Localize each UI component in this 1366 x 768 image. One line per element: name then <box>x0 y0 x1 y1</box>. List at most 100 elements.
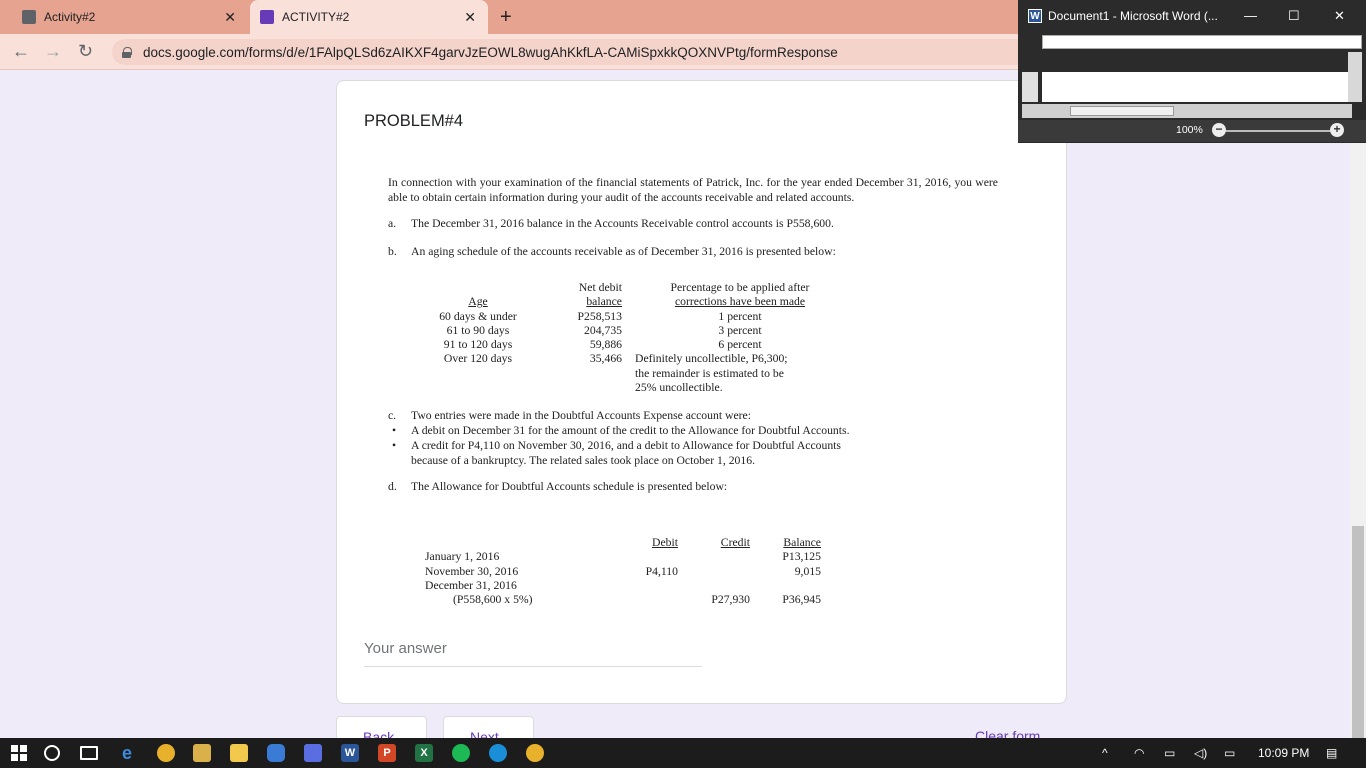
zoom-app-icon[interactable] <box>267 744 285 762</box>
item-c-bullet: A debit on December 31 for the amount of… <box>411 424 850 437</box>
edge-legacy-icon[interactable]: e <box>118 743 136 763</box>
new-tab-button[interactable]: + <box>500 6 512 29</box>
edge-icon[interactable] <box>489 744 507 762</box>
keyboard-icon[interactable]: ▭ <box>1224 746 1235 760</box>
allowance-cell: January 1, 2016 <box>425 550 500 564</box>
aging-cell: 6 percent <box>718 338 762 352</box>
word-logo-icon: W <box>1028 9 1042 23</box>
word-window[interactable]: W Document1 - Microsoft Word (... — ☐ ✕ … <box>1018 0 1366 143</box>
excel-taskbar-icon[interactable]: X <box>415 744 433 762</box>
windows-start-icon[interactable] <box>10 744 28 762</box>
allowance-cell: P4,110 <box>645 564 678 578</box>
back-arrow-icon[interactable]: ← <box>12 41 30 62</box>
tab-activity-2-forms[interactable]: ACTIVITY#2 ✕ <box>250 0 488 34</box>
word-title-bar[interactable]: W Document1 - Microsoft Word (... <box>1018 0 1366 32</box>
aging-cell: Definitely uncollectible, P6,300; <box>635 352 788 366</box>
word-vertical-scrollbar[interactable] <box>1348 52 1362 102</box>
chrome-icon[interactable] <box>157 744 175 762</box>
debit-header: Debit <box>652 536 678 549</box>
item-label: b. <box>388 244 397 258</box>
chrome-active-icon[interactable] <box>526 744 544 762</box>
aging-cell: 91 to 120 days <box>443 338 513 352</box>
zoom-level[interactable]: 100% <box>1176 124 1203 136</box>
word-ruler[interactable] <box>1042 35 1362 49</box>
allowance-balance-column: Balance P13,125 9,015 P36,945 <box>765 536 821 607</box>
forms-icon <box>260 10 274 24</box>
chevron-up-icon[interactable]: ^ <box>1102 746 1108 760</box>
aging-cell: 3 percent <box>718 323 762 337</box>
word-document-page[interactable] <box>1042 72 1352 102</box>
item-c-text: Two entries were made in the Doubtful Ac… <box>411 409 751 422</box>
word-title: Document1 - Microsoft Word (... <box>1048 9 1218 23</box>
zoom-in-icon[interactable]: + <box>1330 123 1344 137</box>
wifi-icon[interactable]: ◠ <box>1134 746 1144 760</box>
answer-input[interactable]: Your answer <box>364 640 447 657</box>
answer-underline <box>364 666 702 667</box>
spotify-icon[interactable] <box>452 744 470 762</box>
aging-cell: 1 percent <box>718 309 762 323</box>
aging-cell: P258,513 <box>577 309 623 323</box>
forward-arrow-icon[interactable]: → <box>44 41 62 62</box>
aging-cell: 60 days & under <box>439 309 517 323</box>
zoom-slider[interactable] <box>1226 130 1330 132</box>
file-explorer-icon[interactable] <box>230 744 248 762</box>
item-b-text: An aging schedule of the accounts receiv… <box>411 244 836 258</box>
clock-time[interactable]: 10:09 PM <box>1258 746 1309 760</box>
item-c: c. Two entries were made in the Doubtful… <box>388 408 998 494</box>
slides-icon <box>22 10 36 24</box>
allowance-cell: P36,945 <box>782 593 821 607</box>
item-c-bullet: A credit for P4,110 on November 30, 2016… <box>411 439 841 452</box>
balance-header: Balance <box>783 536 821 549</box>
battery-icon[interactable]: ▭ <box>1164 746 1175 760</box>
maximize-icon[interactable]: ☐ <box>1288 8 1300 24</box>
word-taskbar-icon[interactable]: W <box>341 744 359 762</box>
percent-header: Percentage to be applied after <box>670 281 810 294</box>
allowance-cell: P27,930 <box>711 593 750 607</box>
balance-header: Net debit <box>578 281 622 294</box>
reload-icon[interactable]: ↻ <box>78 41 93 62</box>
aging-age-column: Age 60 days & under 61 to 90 days 91 to … <box>423 281 533 367</box>
problem-image: In connection with your examination of t… <box>388 176 998 259</box>
powerpoint-taskbar-icon[interactable]: P <box>378 744 396 762</box>
word-vertical-ruler <box>1022 72 1038 102</box>
windows-taskbar: e W P X ^ ◠ ▭ ◁) ▭ 10:09 PM ▤ <box>0 738 1366 768</box>
task-view-icon[interactable] <box>80 746 98 760</box>
notification-icon[interactable]: ▤ <box>1326 746 1337 760</box>
allowance-cell: 9,015 <box>794 564 821 578</box>
item-c-bullet: because of a bankruptcy. The related sal… <box>411 454 756 467</box>
allowance-date-column: January 1, 2016 November 30, 2016 Decemb… <box>425 536 585 607</box>
aging-cell: 35,466 <box>589 352 622 366</box>
store-icon[interactable] <box>193 744 211 762</box>
percent-header: corrections have been made <box>674 295 806 309</box>
intro-text: In connection with your examination of t… <box>388 176 998 204</box>
close-tab-icon[interactable]: ✕ <box>464 9 476 26</box>
close-tab-icon[interactable]: ✕ <box>224 9 236 26</box>
word-hscroll-thumb[interactable] <box>1070 106 1174 116</box>
minimize-icon[interactable]: — <box>1244 8 1257 23</box>
discord-icon[interactable] <box>304 744 322 762</box>
allowance-cell: November 30, 2016 <box>425 564 519 578</box>
item-label: d. <box>388 480 397 493</box>
close-window-icon[interactable]: ✕ <box>1334 8 1345 24</box>
page-scrollbar[interactable]: ▼ <box>1350 70 1366 742</box>
zoom-out-icon[interactable]: − <box>1212 123 1226 137</box>
allowance-cell <box>632 550 678 564</box>
tab-activity-2-slides[interactable]: Activity#2 ✕ <box>12 0 248 34</box>
item-d-text: The Allowance for Doubtful Accounts sche… <box>411 480 728 493</box>
item-label: c. <box>388 409 397 422</box>
aging-note: 25% uncollectible. <box>635 381 723 395</box>
item-a-text: The December 31, 2016 balance in the Acc… <box>411 217 834 230</box>
aging-percent-column: Percentage to be applied after correctio… <box>635 281 845 395</box>
aging-cell: Over 120 days <box>443 352 513 366</box>
word-horizontal-scrollbar[interactable] <box>1022 104 1352 118</box>
age-header: Age <box>468 295 488 309</box>
aging-balance-column: Net debit balance P258,513 204,735 59,88… <box>557 281 623 367</box>
item-label: a. <box>388 217 397 230</box>
scrollbar-thumb[interactable] <box>1352 526 1364 742</box>
aging-note: the remainder is estimated to be <box>635 366 784 380</box>
allowance-cell: (P558,600 x 5%) <box>453 593 533 607</box>
balance-header: balance <box>586 295 622 309</box>
volume-icon[interactable]: ◁) <box>1194 746 1207 760</box>
bullet-icon: • <box>392 439 397 452</box>
search-icon[interactable] <box>44 745 60 761</box>
